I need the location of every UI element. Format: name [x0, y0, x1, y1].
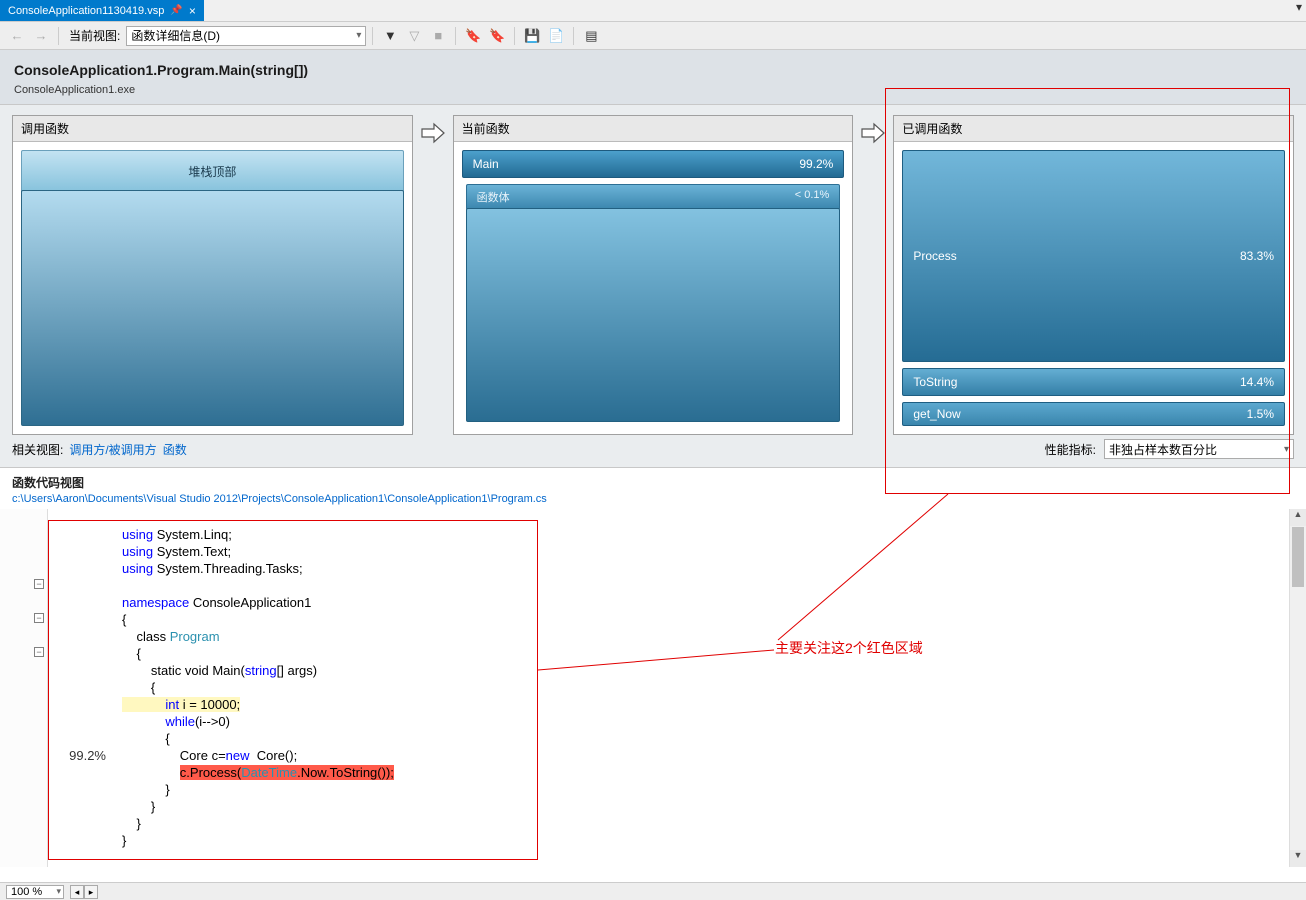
fold-icon[interactable]: − [34, 613, 44, 623]
current-fn-name: Main [473, 157, 499, 171]
calling-gradient-box [21, 190, 404, 426]
called-item-name: ToString [913, 375, 957, 389]
metric-label: 性能指标: [1045, 441, 1096, 458]
metric-select[interactable]: 非独占样本数百分比 [1104, 439, 1294, 459]
called-item-pct: 14.4% [1240, 375, 1274, 389]
scroll-up-icon[interactable]: ▲ [1290, 509, 1306, 526]
current-body-label: 函数体 [477, 189, 510, 205]
zoom-select[interactable]: 100 % [6, 885, 64, 899]
code-editor[interactable]: − − − 99.2% using System.Linq; using Sys… [0, 509, 1306, 867]
hot-pct: 99.2% [65, 748, 110, 763]
code-view-title: 函数代码视图 [0, 468, 1306, 493]
fold-icon[interactable]: − [34, 647, 44, 657]
arrow-right-1 [419, 115, 447, 435]
current-function-panel: 当前函数 Main 99.2% 函数体 < 0.1% [453, 115, 854, 435]
current-fn-pct: 99.2% [799, 157, 833, 171]
separator [58, 27, 59, 45]
metric-box: 性能指标: 非独占样本数百分比 [1045, 439, 1294, 459]
code-gutter: − − − [0, 509, 48, 867]
called-item-process[interactable]: Process 83.3% [902, 150, 1285, 362]
link-caller-callee[interactable]: 调用方/被调用方 [69, 441, 156, 458]
called-panel-title: 已调用函数 [894, 116, 1293, 142]
view-select-value: 函数详细信息(D) [131, 27, 220, 44]
status-bar: 100 % ◂ ▸ [0, 882, 1306, 900]
current-body-pct: < 0.1% [795, 189, 830, 205]
calling-panel-title: 调用函数 [13, 116, 412, 142]
percentage-column: 99.2% [52, 509, 114, 867]
called-item-name: get_Now [913, 407, 960, 421]
metric-value: 非独占样本数百分比 [1109, 441, 1217, 458]
scroll-thumb[interactable] [1292, 527, 1304, 587]
related-label: 相关视图: [12, 441, 63, 458]
called-item-pct: 83.3% [1240, 249, 1274, 263]
code-file-path: c:\Users\Aaron\Documents\Visual Studio 2… [0, 493, 1306, 509]
vertical-scrollbar[interactable]: ▲ ▼ [1289, 509, 1306, 867]
annotation-text: 主要关注这2个红色区域 [775, 638, 923, 658]
clear-filter-icon[interactable]: ▽ [403, 25, 425, 47]
code-lines: using System.Linq; using System.Text; us… [122, 509, 1306, 849]
panels-row: 调用函数 堆栈顶部 当前函数 Main 99.2% 函数体 < 0.1% 已调用… [0, 105, 1306, 439]
stack-top-block[interactable]: 堆栈顶部 [21, 150, 404, 193]
toolbar: ← → 当前视图: 函数详细信息(D) ▼ ▽ ■ 🔖 🔖 💾 📄 ▤ [0, 22, 1306, 50]
tab-active[interactable]: ConsoleApplication1130419.vsp 📌 × [0, 0, 204, 21]
pin-icon[interactable]: 📌 [170, 5, 182, 16]
forward-button[interactable]: → [30, 25, 52, 47]
view-label: 当前视图: [65, 27, 124, 44]
link-functions[interactable]: 函数 [163, 441, 187, 458]
called-functions-panel: 已调用函数 Process 83.3% ToString 14.4% get_N… [893, 115, 1294, 435]
back-button[interactable]: ← [6, 25, 28, 47]
current-function-body[interactable]: 函数体 < 0.1% [466, 184, 841, 210]
current-panel-title: 当前函数 [454, 116, 853, 142]
current-function-main[interactable]: Main 99.2% [462, 150, 845, 178]
breadcrumb: ConsoleApplication1.Program.Main(string[… [0, 50, 1306, 105]
tab-strip: ConsoleApplication1130419.vsp 📌 × ▾ [0, 0, 1306, 22]
stop-icon[interactable]: ■ [427, 25, 449, 47]
called-item-getnow[interactable]: get_Now 1.5% [902, 402, 1285, 426]
save-icon[interactable]: 💾 [521, 25, 543, 47]
page-subtitle: ConsoleApplication1.exe [14, 84, 1292, 96]
hide-marker-icon[interactable]: 🔖 [486, 25, 508, 47]
tab-filename: ConsoleApplication1130419.vsp [8, 5, 164, 17]
scroll-left-icon[interactable]: ◂ [70, 885, 84, 899]
scroll-down-icon[interactable]: ▼ [1290, 850, 1306, 867]
horizontal-scroll-buttons: ◂ ▸ [70, 885, 98, 899]
tab-overflow-button[interactable]: ▾ [1292, 0, 1306, 21]
separator [372, 27, 373, 45]
called-item-name: Process [913, 249, 956, 263]
view-select[interactable]: 函数详细信息(D) [126, 26, 366, 46]
separator [514, 27, 515, 45]
called-item-pct: 1.5% [1247, 407, 1274, 421]
below-row: 相关视图: 调用方/被调用方 函数 性能指标: 非独占样本数百分比 [0, 439, 1306, 468]
separator [455, 27, 456, 45]
scroll-right-icon[interactable]: ▸ [84, 885, 98, 899]
arrow-right-2 [859, 115, 887, 435]
show-marker-icon[interactable]: 🔖 [462, 25, 484, 47]
export-icon[interactable]: 📄 [545, 25, 567, 47]
fold-icon[interactable]: − [34, 579, 44, 589]
filter-icon[interactable]: ▼ [379, 25, 401, 47]
page-title: ConsoleApplication1.Program.Main(string[… [14, 62, 1292, 78]
columns-icon[interactable]: ▤ [580, 25, 602, 47]
called-item-tostring[interactable]: ToString 14.4% [902, 368, 1285, 396]
calling-functions-panel: 调用函数 堆栈顶部 [12, 115, 413, 435]
tab-fill [204, 0, 1292, 21]
separator [573, 27, 574, 45]
related-views: 相关视图: 调用方/被调用方 函数 [12, 441, 187, 458]
zoom-value: 100 % [11, 886, 42, 898]
current-fill-box [466, 208, 841, 422]
close-icon[interactable]: × [189, 4, 196, 18]
